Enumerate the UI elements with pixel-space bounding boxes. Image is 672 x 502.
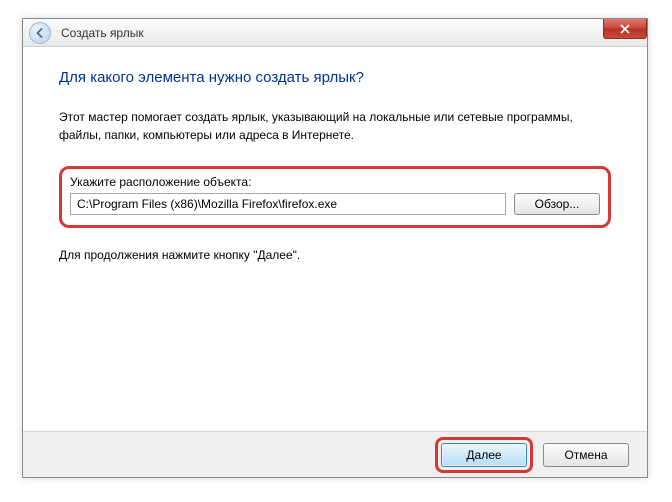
description-text: Этот мастер помогает создать ярлык, указ…	[59, 108, 611, 144]
back-button[interactable]	[29, 22, 51, 44]
content-area: Для какого элемента нужно создать ярлык?…	[23, 47, 647, 262]
window-title: Создать ярлык	[61, 26, 144, 40]
next-highlight: Далее	[435, 437, 533, 473]
input-row: Обзор...	[70, 193, 600, 215]
next-button[interactable]: Далее	[441, 443, 527, 467]
close-button[interactable]	[603, 19, 647, 39]
location-label: Укажите расположение объекта:	[70, 175, 600, 189]
cancel-button[interactable]: Отмена	[543, 443, 629, 467]
location-input[interactable]	[70, 193, 506, 215]
browse-button[interactable]: Обзор...	[514, 193, 600, 215]
location-highlight: Укажите расположение объекта: Обзор...	[59, 166, 611, 228]
wizard-window: Создать ярлык Для какого элемента нужно …	[22, 18, 648, 478]
titlebar: Создать ярлык	[23, 19, 647, 47]
footer: Далее Отмена	[23, 431, 647, 477]
back-arrow-icon	[35, 28, 45, 38]
close-icon	[620, 24, 630, 34]
continue-hint: Для продолжения нажмите кнопку "Далее".	[59, 248, 611, 262]
page-heading: Для какого элемента нужно создать ярлык?	[59, 69, 611, 86]
